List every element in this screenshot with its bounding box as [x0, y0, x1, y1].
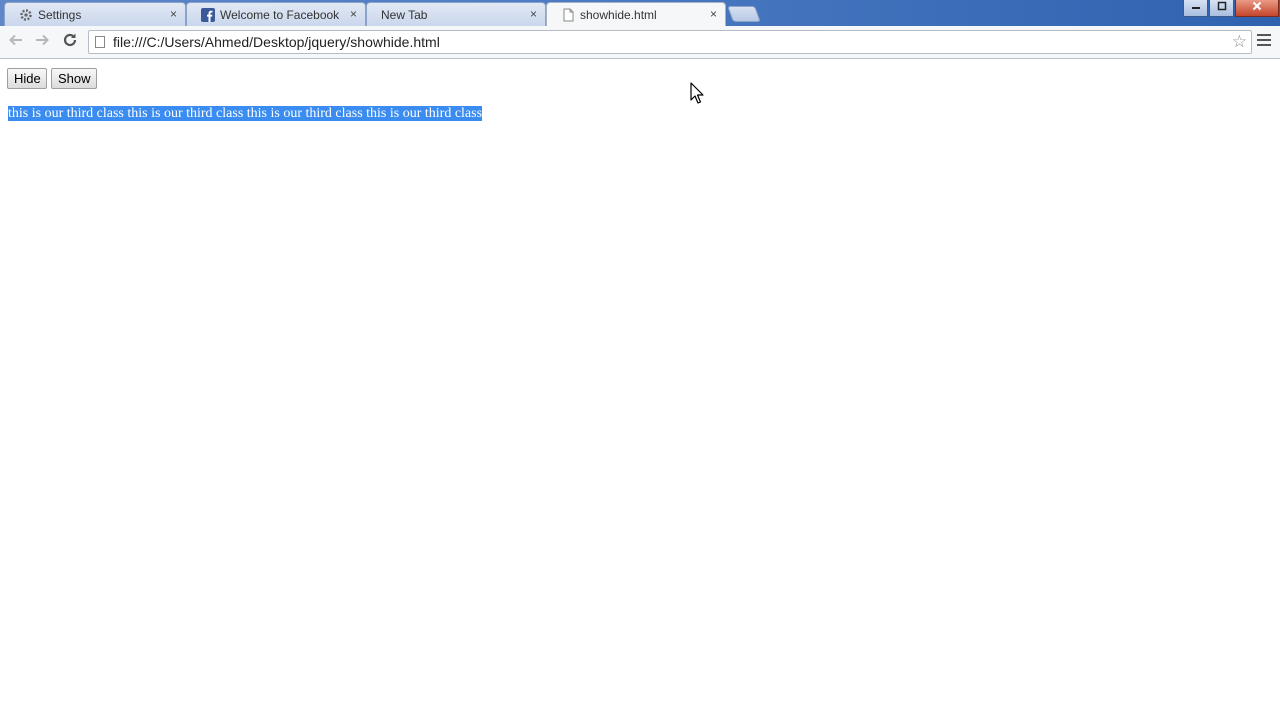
page-icon [561, 8, 575, 22]
close-tab-icon[interactable]: × [170, 7, 177, 21]
show-button[interactable]: Show [51, 68, 97, 89]
back-arrow-icon[interactable] [6, 32, 26, 52]
minimize-icon[interactable] [1183, 0, 1208, 17]
selected-text[interactable]: this is our third class this is our thir… [8, 106, 483, 121]
tab-showhide[interactable]: showhide.html × [546, 2, 726, 26]
bookmark-star-icon[interactable]: ☆ [1232, 32, 1247, 52]
address-bar[interactable]: file:///C:/Users/Ahmed/Desktop/jquery/sh… [88, 30, 1252, 54]
gear-icon [19, 8, 33, 22]
forward-arrow-icon[interactable] [32, 32, 52, 52]
tab-title: showhide.html [580, 8, 657, 22]
close-tab-icon[interactable]: × [530, 7, 537, 21]
page-icon [95, 36, 105, 48]
close-tab-icon[interactable]: × [350, 7, 357, 21]
tab-title: New Tab [381, 8, 428, 22]
tab-settings[interactable]: Settings × [4, 2, 186, 26]
tab-facebook[interactable]: Welcome to Facebook - L × [186, 2, 366, 26]
window-close-icon[interactable] [1235, 0, 1279, 17]
maximize-icon[interactable] [1209, 0, 1234, 17]
hide-button[interactable]: Hide [7, 68, 47, 89]
facebook-icon [201, 8, 215, 22]
tab-title: Settings [38, 8, 82, 22]
new-tab-button[interactable] [727, 6, 761, 22]
close-tab-icon[interactable]: × [710, 7, 717, 21]
paragraph: this is our third class this is our thir… [8, 105, 483, 122]
window-controls [1182, 0, 1279, 18]
reload-icon[interactable] [60, 32, 80, 52]
url-text[interactable]: file:///C:/Users/Ahmed/Desktop/jquery/sh… [113, 34, 440, 51]
browser-toolbar: file:///C:/Users/Ahmed/Desktop/jquery/sh… [0, 26, 1280, 59]
browser-title-bar: Settings × Welcome to Facebook - L × New… [0, 0, 1280, 26]
menu-icon[interactable] [1257, 34, 1271, 50]
mouse-pointer-icon [690, 82, 704, 104]
tab-new-tab[interactable]: New Tab × [366, 2, 546, 26]
tab-title: Welcome to Facebook - L [220, 8, 343, 22]
